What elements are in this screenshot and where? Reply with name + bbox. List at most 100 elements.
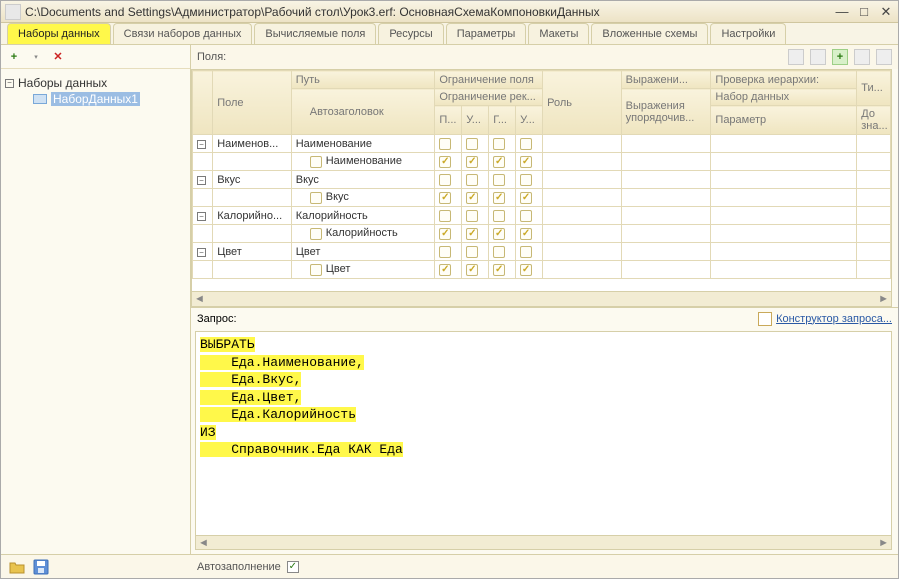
table-row[interactable]: −Калорийно...Калорийность (193, 207, 891, 225)
cell-chk[interactable] (489, 171, 516, 189)
cell-chk[interactable] (462, 135, 489, 153)
cell-chk[interactable] (435, 225, 462, 243)
cell-chk[interactable] (462, 171, 489, 189)
tree-collapse-icon[interactable]: − (5, 79, 14, 88)
fields-add-button[interactable]: + (832, 49, 848, 65)
table-subrow[interactable]: Вкус (193, 189, 891, 207)
tab-params[interactable]: Параметры (446, 23, 527, 44)
fields-button-4[interactable] (876, 49, 892, 65)
cell-chk[interactable] (435, 135, 462, 153)
cell-chk[interactable] (435, 153, 462, 171)
cell-path[interactable]: Цвет (291, 243, 435, 261)
query-scrollbar[interactable]: ◄ ► (196, 535, 891, 549)
tab-links[interactable]: Связи наборов данных (113, 23, 253, 44)
table-subrow[interactable]: Наименование (193, 153, 891, 171)
cell-title[interactable]: Калорийность (291, 225, 435, 243)
cell-path[interactable]: Калорийность (291, 207, 435, 225)
cell-chk[interactable] (435, 207, 462, 225)
scroll-right-icon[interactable]: ► (878, 293, 889, 305)
tab-datasets[interactable]: Наборы данных (7, 23, 111, 44)
col-u1[interactable]: У... (462, 106, 489, 135)
cell-ti[interactable] (857, 135, 891, 153)
col-restrict-field[interactable]: Ограничение поля (435, 71, 543, 89)
fields-button-1[interactable] (788, 49, 804, 65)
table-row[interactable]: −ВкусВкус (193, 171, 891, 189)
cell-title[interactable]: Наименование (291, 153, 435, 171)
close-button[interactable]: ✕ (878, 5, 894, 19)
col-ti[interactable]: Ти... (857, 71, 891, 106)
tree-child-item[interactable]: НаборДанных1 (33, 91, 186, 107)
cell-ti[interactable] (857, 243, 891, 261)
row-toggle-cell[interactable]: − (193, 243, 213, 261)
row-toggle-cell[interactable]: − (193, 207, 213, 225)
table-row[interactable]: −ЦветЦвет (193, 243, 891, 261)
col-dataset[interactable]: Набор данных (711, 89, 857, 106)
add-dropdown[interactable]: ▾ (29, 50, 43, 64)
cell-ti[interactable] (857, 171, 891, 189)
row-toggle-cell[interactable]: − (193, 171, 213, 189)
grid-scrollbar[interactable]: ◄ ► (192, 291, 891, 306)
save-icon[interactable] (33, 559, 49, 575)
cell-chk[interactable] (516, 243, 543, 261)
cell-chk[interactable] (516, 189, 543, 207)
cell-title[interactable]: Вкус (291, 189, 435, 207)
cell-chk[interactable] (516, 261, 543, 279)
tab-layouts[interactable]: Макеты (528, 23, 589, 44)
cell-path[interactable]: Вкус (291, 171, 435, 189)
scroll-left-icon[interactable]: ◄ (194, 293, 205, 305)
cell-role[interactable] (543, 135, 622, 153)
tab-calc-fields[interactable]: Вычисляемые поля (254, 23, 376, 44)
tree-root-item[interactable]: − Наборы данных (5, 75, 186, 91)
cell-field[interactable]: Наименов... (213, 135, 292, 153)
col-restrict-req[interactable]: Ограничение рек... (435, 89, 543, 106)
cell-chk[interactable] (489, 207, 516, 225)
col-g[interactable]: Г... (489, 106, 516, 135)
cell-chk[interactable] (516, 225, 543, 243)
cell-chk[interactable] (462, 243, 489, 261)
add-dataset-button[interactable]: + (7, 50, 21, 64)
cell-role[interactable] (543, 207, 622, 225)
col-do[interactable]: До зна... (857, 106, 891, 135)
cell-chk[interactable] (489, 189, 516, 207)
col-role[interactable]: Роль (543, 71, 622, 135)
cell-chk[interactable] (489, 225, 516, 243)
cell-title[interactable]: Цвет (291, 261, 435, 279)
cell-chk[interactable] (462, 207, 489, 225)
table-subrow[interactable]: Калорийность (193, 225, 891, 243)
cell-expr[interactable] (621, 243, 711, 261)
cell-expr[interactable] (621, 135, 711, 153)
cell-role[interactable] (543, 243, 622, 261)
fields-table[interactable]: Поле Путь Ограничение поля Роль Выражени… (192, 70, 891, 279)
col-expr-sort[interactable]: Выражения упорядочив... (621, 89, 711, 135)
cell-chk[interactable] (516, 207, 543, 225)
row-toggle-cell[interactable]: − (193, 135, 213, 153)
delete-dataset-button[interactable]: ✕ (51, 50, 65, 64)
cell-expr[interactable] (621, 207, 711, 225)
cell-chk[interactable] (489, 243, 516, 261)
cell-chk[interactable] (489, 153, 516, 171)
maximize-button[interactable]: □ (856, 5, 872, 19)
query-editor[interactable]: ВЫБРАТЬ Еда.Наименование, Еда.Вкус, Еда.… (195, 331, 892, 550)
folder-icon[interactable] (9, 559, 25, 575)
cell-chk[interactable] (462, 153, 489, 171)
col-u2[interactable]: У... (516, 106, 543, 135)
cell-chk[interactable] (435, 189, 462, 207)
col-autotitle[interactable]: Автозаголовок (291, 89, 435, 135)
table-row[interactable]: −Наименов...Наименование (193, 135, 891, 153)
cell-chk[interactable] (462, 189, 489, 207)
cell-chk[interactable] (489, 261, 516, 279)
query-constructor-link[interactable]: Конструктор запроса... (758, 312, 892, 326)
cell-hier[interactable] (711, 171, 857, 189)
tab-resources[interactable]: Ресурсы (378, 23, 443, 44)
cell-field[interactable]: Вкус (213, 171, 292, 189)
minimize-button[interactable]: — (834, 5, 850, 19)
cell-field[interactable]: Цвет (213, 243, 292, 261)
fields-button-3[interactable] (854, 49, 870, 65)
col-param[interactable]: Параметр (711, 106, 857, 135)
cell-ti[interactable] (857, 207, 891, 225)
cell-chk[interactable] (516, 171, 543, 189)
col-p[interactable]: П... (435, 106, 462, 135)
cell-chk[interactable] (516, 135, 543, 153)
col-field[interactable]: Поле (213, 71, 292, 135)
cell-hier[interactable] (711, 207, 857, 225)
